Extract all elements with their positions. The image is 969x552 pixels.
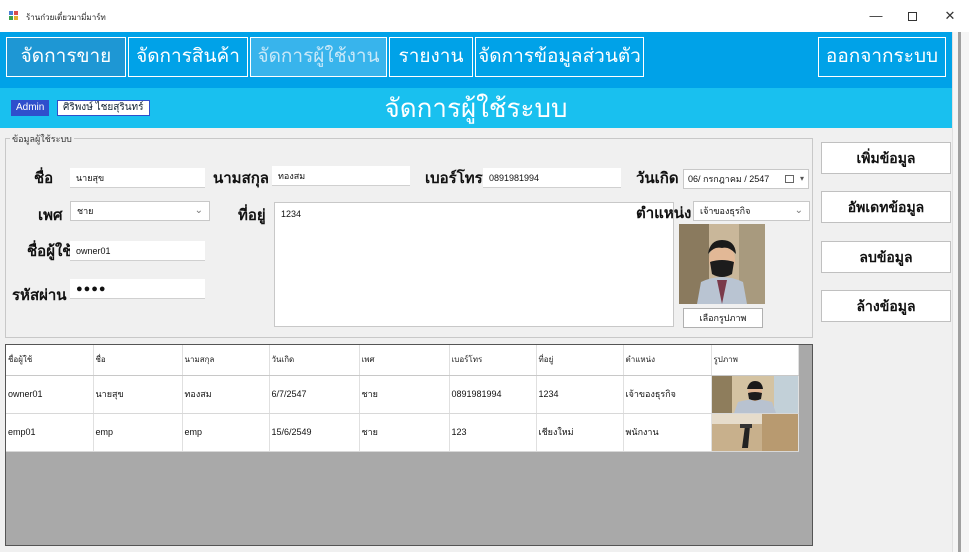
cell-first-name[interactable]: emp bbox=[93, 413, 183, 452]
cell-username[interactable]: emp01 bbox=[6, 413, 94, 452]
table-header-row: ชื่อผู้ใช้ ชื่อ นามสกุล วันเกิด เพศ เบอร… bbox=[6, 345, 799, 376]
group-title: ข้อมูลผู้ใช้ระบบ bbox=[10, 132, 74, 146]
menu-users[interactable]: จัดการผู้ใช้งาน bbox=[250, 37, 387, 77]
menu-report[interactable]: รายงาน bbox=[389, 37, 473, 77]
clear-button[interactable]: ล้างข้อมูล bbox=[821, 290, 951, 322]
column-header[interactable]: รูปภาพ bbox=[711, 345, 799, 376]
cell-birthdate[interactable]: 15/6/2549 bbox=[269, 413, 360, 452]
first-name-label: ชื่อ bbox=[34, 170, 54, 187]
gender-value: ชาย bbox=[77, 206, 94, 216]
cell-photo[interactable] bbox=[711, 375, 799, 414]
column-header[interactable]: เพศ bbox=[359, 345, 450, 376]
row-photo-thumbnail bbox=[711, 413, 798, 451]
logout-button[interactable]: ออกจากระบบ bbox=[818, 37, 946, 77]
position-select[interactable]: เจ้าของธุรกิจ ⌄ bbox=[693, 201, 810, 221]
cell-last-name[interactable]: ทองสม bbox=[182, 375, 270, 414]
chevron-down-icon: ⌄ bbox=[194, 205, 203, 216]
maximize-icon bbox=[907, 12, 917, 22]
birthdate-label: วันเกิด bbox=[636, 170, 679, 187]
birthdate-value: 06/ กรกฎาคม / 2547 bbox=[688, 174, 770, 184]
maximize-button[interactable] bbox=[897, 6, 927, 26]
add-button[interactable]: เพิ่มข้อมูล bbox=[821, 142, 951, 174]
cell-position[interactable]: เจ้าของธุรกิจ bbox=[623, 375, 712, 414]
scrollbar-thumb[interactable] bbox=[958, 32, 961, 552]
address-textarea[interactable]: 1234 bbox=[274, 202, 674, 327]
birthdate-picker[interactable]: 06/ กรกฎาคม / 2547 ▾ bbox=[683, 169, 809, 189]
cell-address[interactable]: 1234 bbox=[536, 375, 624, 414]
column-header[interactable]: ตำแหน่ง bbox=[623, 345, 712, 376]
cell-gender[interactable]: ชาย bbox=[359, 375, 450, 414]
first-name-input[interactable]: นายสุข bbox=[70, 168, 205, 188]
chevron-down-icon: ⌄ bbox=[794, 205, 803, 216]
page-header: จัดการผู้ใช้ระบบ Admin ศิริพงษ์ ไชยสุริน… bbox=[0, 88, 952, 128]
row-photo-thumbnail bbox=[711, 375, 798, 413]
calendar-icon bbox=[785, 175, 794, 183]
address-label: ที่อยู่ bbox=[238, 207, 266, 224]
last-name-input[interactable]: ทองสม bbox=[272, 166, 410, 186]
username-input[interactable]: owner01 bbox=[70, 241, 205, 261]
cell-phone[interactable]: 0891981994 bbox=[449, 375, 537, 414]
vertical-scrollbar[interactable] bbox=[952, 32, 969, 552]
app-icon bbox=[9, 11, 19, 20]
menu-sales[interactable]: จัดการขาย bbox=[6, 37, 126, 77]
gender-label: เพศ bbox=[38, 207, 63, 224]
gender-select[interactable]: ชาย ⌄ bbox=[70, 201, 210, 221]
cell-address[interactable]: เชียงใหม่ bbox=[536, 413, 624, 452]
position-label: ตำแหน่ง bbox=[636, 205, 692, 222]
users-grid[interactable]: ชื่อผู้ใช้ ชื่อ นามสกุล วันเกิด เพศ เบอร… bbox=[5, 344, 813, 546]
menu-profile[interactable]: จัดการข้อมูลส่วนตัว bbox=[475, 37, 644, 77]
update-button[interactable]: อัพเดทข้อมูล bbox=[821, 191, 951, 223]
users-table: ชื่อผู้ใช้ ชื่อ นามสกุล วันเกิด เพศ เบอร… bbox=[6, 345, 799, 452]
column-header[interactable]: นามสกุล bbox=[182, 345, 270, 376]
cell-gender[interactable]: ชาย bbox=[359, 413, 450, 452]
column-header[interactable]: ที่อยู่ bbox=[536, 345, 624, 376]
password-input[interactable]: ●●●● bbox=[70, 279, 205, 299]
password-label: รหัสผ่าน bbox=[12, 287, 67, 304]
user-photo-image bbox=[679, 224, 765, 304]
role-badge: Admin bbox=[11, 100, 50, 116]
table-row[interactable]: owner01 นายสุข ทองสม 6/7/2547 ชาย 089198… bbox=[6, 375, 799, 414]
column-header[interactable]: ชื่อผู้ใช้ bbox=[6, 345, 94, 376]
cell-last-name[interactable]: emp bbox=[182, 413, 270, 452]
chevron-down-icon: ▾ bbox=[799, 174, 804, 183]
cell-phone[interactable]: 123 bbox=[449, 413, 537, 452]
username-label: ชื่อผู้ใช้ bbox=[27, 243, 73, 260]
cell-birthdate[interactable]: 6/7/2547 bbox=[269, 375, 360, 414]
column-header[interactable]: เบอร์โทร bbox=[449, 345, 537, 376]
user-photo bbox=[679, 224, 765, 304]
last-name-label: นามสกุล bbox=[213, 170, 269, 187]
choose-image-button[interactable]: เลือกรูปภาพ bbox=[683, 308, 763, 328]
delete-button[interactable]: ลบข้อมูล bbox=[821, 241, 951, 273]
position-value: เจ้าของธุรกิจ bbox=[700, 206, 751, 216]
menu-bar: จัดการขาย จัดการสินค้า จัดการผู้ใช้งาน ร… bbox=[0, 32, 952, 88]
cell-first-name[interactable]: นายสุข bbox=[93, 375, 183, 414]
cell-position[interactable]: พนักงาน bbox=[623, 413, 712, 452]
column-header[interactable]: วันเกิด bbox=[269, 345, 360, 376]
minimize-button[interactable]: — bbox=[861, 6, 891, 26]
menu-products[interactable]: จัดการสินค้า bbox=[128, 37, 248, 77]
table-row[interactable]: emp01 emp emp 15/6/2549 ชาย 123 เชียงใหม… bbox=[6, 413, 799, 452]
app-window: ร้านก๋วยเตี๋ยวมามี่มาร์ท — ✕ จัดการขาย จ… bbox=[0, 0, 969, 552]
user-name-badge: ศิริพงษ์ ไชยสุรินทร์ bbox=[57, 100, 150, 116]
phone-label: เบอร์โทร bbox=[425, 170, 483, 187]
phone-input[interactable]: 0891981994 bbox=[483, 168, 621, 188]
title-bar: ร้านก๋วยเตี๋ยวมามี่มาร์ท — ✕ bbox=[0, 0, 969, 32]
window-title: ร้านก๋วยเตี๋ยวมามี่มาร์ท bbox=[26, 13, 106, 22]
column-header[interactable]: ชื่อ bbox=[93, 345, 183, 376]
cell-photo[interactable] bbox=[711, 413, 799, 452]
cell-username[interactable]: owner01 bbox=[6, 375, 94, 414]
close-button[interactable]: ✕ bbox=[935, 6, 965, 26]
